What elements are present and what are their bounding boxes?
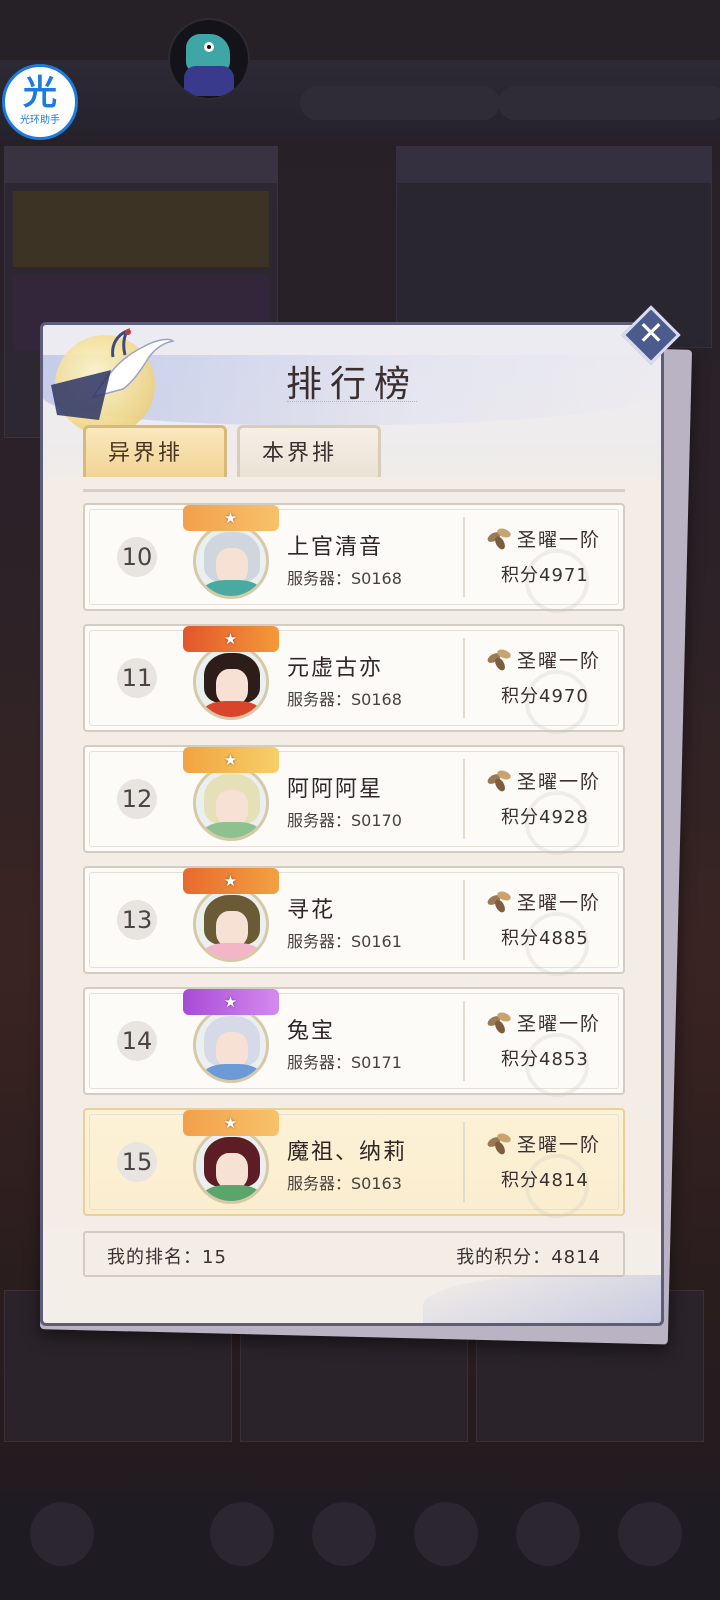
- title-badge-icon: ★: [183, 989, 279, 1015]
- halo-label: 光环助手: [20, 115, 60, 126]
- tab-this-realm-ranking[interactable]: 本界排行: [237, 425, 381, 518]
- ranking-row[interactable]: 15 ★ 魔祖、纳莉 服务器：S0163 圣曜一阶 积分4814: [83, 1108, 625, 1218]
- player-avatar[interactable]: [193, 1128, 269, 1204]
- tier-label: 圣曜一阶: [517, 771, 602, 793]
- dialog-header: 排行榜 异界排行 本界排行: [43, 325, 661, 518]
- background-resource-1: [300, 86, 500, 120]
- tier-leaf-icon: [485, 647, 513, 673]
- player-avatar[interactable]: [193, 1007, 269, 1083]
- row-divider: [463, 517, 465, 597]
- tier-label: 圣曜一阶: [517, 529, 602, 551]
- player-avatar[interactable]: [193, 765, 269, 841]
- score-value: 积分4971: [501, 565, 589, 586]
- score-value: 积分4885: [501, 928, 589, 949]
- title-badge-icon: ★: [183, 747, 279, 773]
- dinosaur-assistant-icon[interactable]: [168, 18, 250, 100]
- rank-number: 15: [117, 1142, 157, 1182]
- player-name: 魔祖、纳莉: [287, 1140, 408, 1165]
- title-divider: [287, 401, 417, 408]
- player-avatar[interactable]: [193, 886, 269, 962]
- row-divider: [463, 880, 465, 960]
- title-badge-icon: ★: [183, 868, 279, 894]
- ranking-row[interactable]: 13 ★ 寻花 服务器：S0161 圣曜一阶 积分4885: [83, 866, 625, 976]
- tier-leaf-icon: [485, 1131, 513, 1157]
- score-value: 积分4853: [501, 1049, 589, 1070]
- tier-leaf-icon: [485, 889, 513, 915]
- rank-number: 10: [117, 537, 157, 577]
- player-name: 兔宝: [287, 1019, 336, 1044]
- tab-other-realm-ranking[interactable]: 异界排行: [83, 425, 227, 518]
- ranking-row[interactable]: 11 ★ 元虚古亦 服务器：S0168 圣曜一阶 积分4970: [83, 624, 625, 734]
- row-divider: [463, 759, 465, 839]
- my-rank-text: 我的排名：15: [107, 1247, 227, 1268]
- ranking-row[interactable]: 14 ★ 兔宝 服务器：S0171 圣曜一阶 积分4853: [83, 987, 625, 1097]
- ranking-list[interactable]: 10 ★ 上官清音 服务器：S0168 圣曜一阶 积分4971 11 ★ 元虚古…: [43, 477, 661, 1227]
- player-server: 服务器：S0163: [287, 1174, 402, 1193]
- title-badge-icon: ★: [183, 1110, 279, 1136]
- player-name: 阿阿阿星: [287, 777, 384, 802]
- ranking-row[interactable]: 12 ★ 阿阿阿星 服务器：S0170 圣曜一阶 积分4928: [83, 745, 625, 855]
- player-name: 寻花: [287, 898, 336, 923]
- player-name: 上官清音: [287, 535, 384, 560]
- close-icon[interactable]: ✕: [630, 312, 672, 354]
- player-server: 服务器：S0168: [287, 569, 402, 588]
- tier-leaf-icon: [485, 1010, 513, 1036]
- player-server: 服务器：S0161: [287, 932, 402, 951]
- leaderboard-dialog: 排行榜 异界排行 本界排行 10 ★ 上官清音 服务器：S0168 圣曜一阶 积…: [40, 322, 664, 1326]
- tier-leaf-icon: [485, 526, 513, 552]
- row-divider: [463, 1001, 465, 1081]
- background-resource-2: [498, 86, 720, 120]
- rank-number: 12: [117, 779, 157, 819]
- score-value: 积分4928: [501, 807, 589, 828]
- list-top-divider: [83, 489, 625, 492]
- player-server: 服务器：S0168: [287, 690, 402, 709]
- rank-number: 14: [117, 1021, 157, 1061]
- player-server: 服务器：S0171: [287, 1053, 402, 1072]
- player-server: 服务器：S0170: [287, 811, 402, 830]
- background-bottom-nav: [0, 1490, 720, 1600]
- player-name: 元虚古亦: [287, 656, 384, 681]
- tier-label: 圣曜一阶: [517, 650, 602, 672]
- tier-leaf-icon: [485, 768, 513, 794]
- halo-assistant-button[interactable]: 光 光环助手: [2, 64, 78, 140]
- my-ranking-bar: 我的排名：15 我的积分：4814: [83, 1231, 625, 1277]
- ranking-row[interactable]: 10 ★ 上官清音 服务器：S0168 圣曜一阶 积分4971: [83, 503, 625, 613]
- score-value: 积分4970: [501, 686, 589, 707]
- title-badge-icon: ★: [183, 626, 279, 652]
- tier-label: 圣曜一阶: [517, 1134, 602, 1156]
- row-divider: [463, 638, 465, 718]
- player-avatar[interactable]: [193, 523, 269, 599]
- dialog-title: 排行榜: [285, 364, 418, 405]
- footer-wave-decoration: [423, 1275, 661, 1323]
- score-value: 积分4814: [501, 1170, 589, 1191]
- my-score-text: 我的积分：4814: [456, 1247, 601, 1268]
- rank-number: 11: [117, 658, 157, 698]
- row-divider: [463, 1122, 465, 1202]
- tier-label: 圣曜一阶: [517, 1013, 602, 1035]
- halo-logo-icon: 光: [23, 73, 57, 113]
- player-avatar[interactable]: [193, 644, 269, 720]
- title-badge-icon: ★: [183, 505, 279, 531]
- tier-label: 圣曜一阶: [517, 892, 602, 914]
- rank-number: 13: [117, 900, 157, 940]
